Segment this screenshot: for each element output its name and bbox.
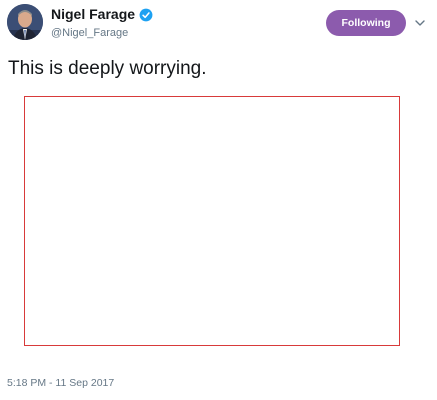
following-button[interactable]: Following xyxy=(326,10,406,36)
author-handle[interactable]: @Nigel_Farage xyxy=(51,26,128,40)
verified-badge-icon xyxy=(139,8,153,22)
avatar[interactable] xyxy=(7,4,43,40)
tweet-media[interactable] xyxy=(24,96,400,346)
avatar-image xyxy=(7,4,43,40)
tweet-timestamp[interactable]: 5:18 PM - 11 Sep 2017 xyxy=(7,377,114,390)
author-display-name[interactable]: Nigel Farage xyxy=(51,6,135,23)
chevron-down-icon[interactable] xyxy=(414,16,426,28)
author-name-row: Nigel Farage xyxy=(51,6,153,23)
tweet-text: This is deeply worrying. xyxy=(8,58,207,79)
